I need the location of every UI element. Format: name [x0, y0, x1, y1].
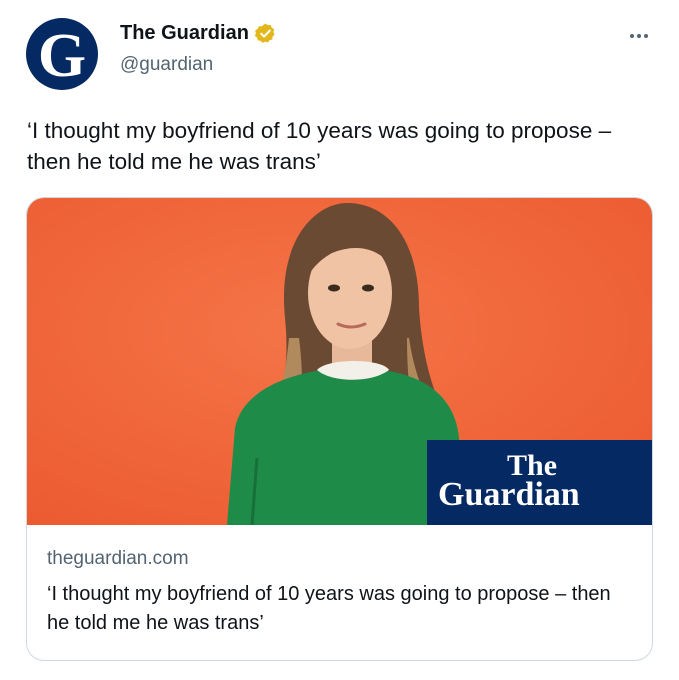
- more-dot-icon: [644, 34, 648, 38]
- article-thumbnail-image[interactable]: The Guardian: [27, 198, 653, 525]
- verified-badge-icon[interactable]: [254, 22, 277, 45]
- more-dot-icon: [630, 34, 634, 38]
- avatar-letter: G: [37, 22, 87, 90]
- account-handle[interactable]: @guardian: [120, 54, 213, 76]
- card-domain: theguardian.com: [47, 548, 189, 569]
- account-display-name[interactable]: The Guardian: [120, 22, 249, 45]
- logo-line-guardian: Guardian: [438, 476, 580, 513]
- more-options-button[interactable]: [622, 26, 656, 46]
- account-name-row: The Guardian: [120, 22, 277, 45]
- more-dot-icon: [637, 34, 641, 38]
- link-preview-card[interactable]: The Guardian theguardian.com ‘I thought …: [26, 197, 653, 661]
- tweet-text: ‘I thought my boyfriend of 10 years was …: [27, 118, 612, 174]
- account-avatar[interactable]: G: [26, 18, 98, 90]
- card-title: ‘I thought my boyfriend of 10 years was …: [47, 583, 611, 634]
